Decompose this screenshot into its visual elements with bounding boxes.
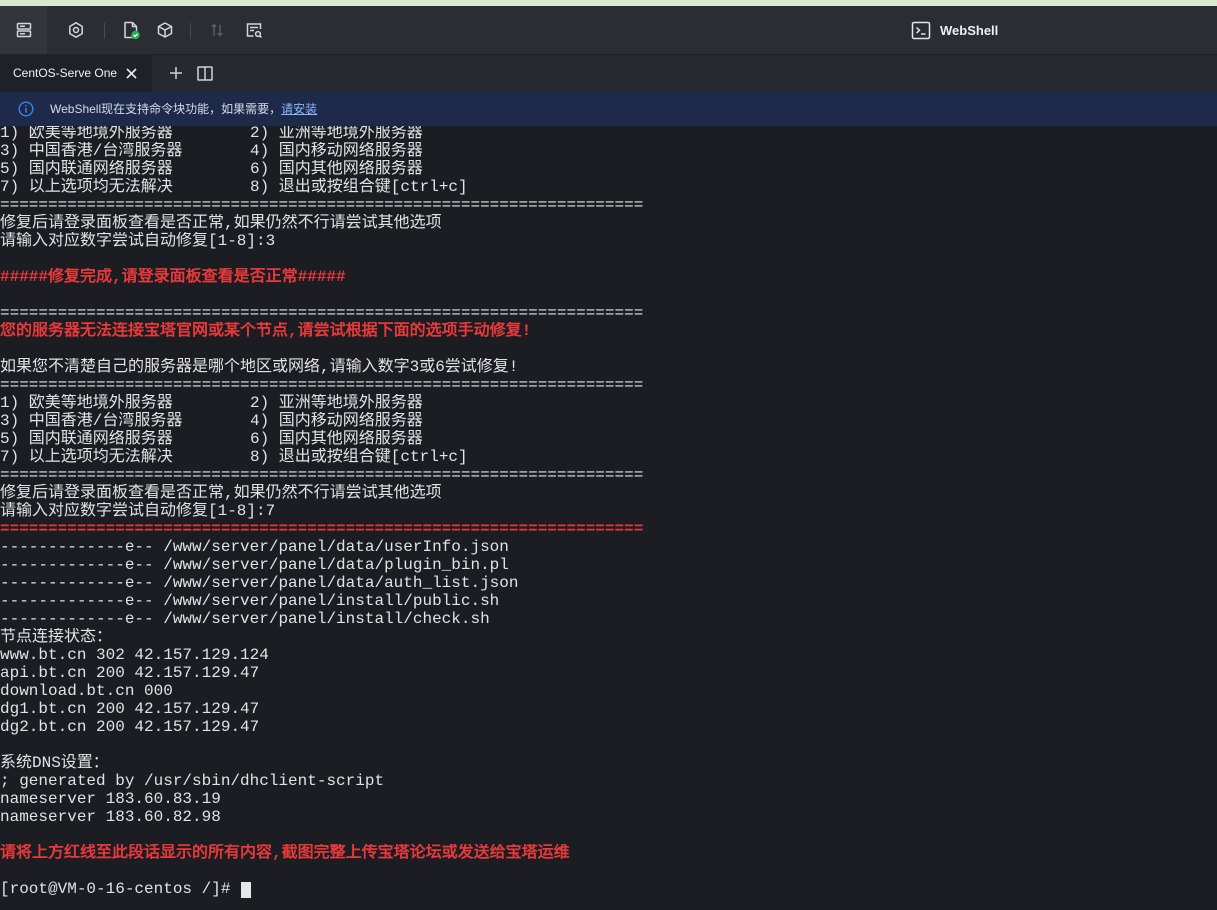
menu-option: 6) 国内其他网络服务器 <box>250 160 423 178</box>
repair-menu-row: 1) 欧美等地境外服务器 2) 亚洲等地境外服务器 <box>0 126 1217 142</box>
toolbar-divider <box>104 23 105 39</box>
dns-line: ; generated by /usr/sbin/dhclient-script <box>0 772 385 790</box>
dns-title: 系统DNS设置： <box>0 754 109 772</box>
menu-option: 1) 欧美等地境外服务器 <box>0 126 173 142</box>
upload-notice: 请将上方红线至此段话显示的所有内容,截图完整上传宝塔论坛或发送给宝塔运维 <box>0 844 570 862</box>
repair-hint: 修复后请登录面板查看是否正常,如果仍然不行请尝试其他选项 <box>0 484 442 502</box>
node-status-line: www.bt.cn 302 42.157.129.124 <box>0 646 269 664</box>
info-icon <box>18 101 34 117</box>
shell-prompt: [root@VM-0-16-centos /]# <box>0 880 241 898</box>
file-attr-line: -------------e-- /www/server/panel/insta… <box>0 610 490 628</box>
repair-done-message: #####修复完成,请登录面板查看是否正常##### <box>0 268 346 286</box>
add-tab-icon[interactable] <box>169 66 183 80</box>
repair-menu-row: 7) 以上选项均无法解决 8) 退出或按组合键[ctrl+c] <box>0 178 1217 196</box>
error-message: 您的服务器无法连接宝塔官网或某个节点,请尝试根据下面的选项手动修复! <box>0 322 532 340</box>
file-attr-line: -------------e-- /www/server/panel/data/… <box>0 574 519 592</box>
red-separator-line: ========================================… <box>0 520 644 538</box>
repair-menu-row: 1) 欧美等地境外服务器 2) 亚洲等地境外服务器 <box>0 394 1217 412</box>
file-check-icon <box>121 20 141 40</box>
node-status-line: api.bt.cn 200 42.157.129.47 <box>0 664 260 682</box>
install-link[interactable]: 请安装 <box>281 102 317 116</box>
server-list-icon <box>15 21 33 39</box>
toolbar-divider <box>190 23 191 39</box>
tab-centos-serve-one[interactable]: CentOS-Serve One <box>0 55 152 92</box>
menu-option: 7) 以上选项均无法解决 <box>0 448 173 466</box>
menu-option: 8) 退出或按组合键[ctrl+c] <box>250 178 468 196</box>
input-line: 请输入对应数字尝试自动修复[1-8]:3 <box>0 232 276 250</box>
terminal-cursor <box>241 882 251 898</box>
menu-option: 4) 国内移动网络服务器 <box>250 142 423 160</box>
list-search-icon <box>245 21 263 39</box>
file-check-button[interactable] <box>114 6 148 54</box>
toolbar: WebShell <box>0 6 1217 55</box>
split-view-icon[interactable] <box>197 66 213 81</box>
repair-menu-row: 7) 以上选项均无法解决 8) 退出或按组合键[ctrl+c] <box>0 448 1217 466</box>
close-icon[interactable] <box>125 67 138 80</box>
sort-button[interactable] <box>200 6 234 54</box>
prompt-line[interactable]: [root@VM-0-16-centos /]# <box>0 880 1217 898</box>
menu-option: 8) 退出或按组合键[ctrl+c] <box>250 448 468 466</box>
repair-menu-row: 3) 中国香港/台湾服务器 4) 国内移动网络服务器 <box>0 412 1217 430</box>
menu-option: 7) 以上选项均无法解决 <box>0 178 173 196</box>
repair-menu-row: 3) 中国香港/台湾服务器 4) 国内移动网络服务器 <box>0 142 1217 160</box>
separator-line: ========================================… <box>0 196 644 214</box>
command-list-button[interactable] <box>237 6 271 54</box>
menu-option: 2) 亚洲等地境外服务器 <box>250 126 423 142</box>
settings-button[interactable] <box>58 6 94 54</box>
terminal-screen[interactable]: 1) 欧美等地境外服务器 2) 亚洲等地境外服务器 3) 中国香港/台湾服务器 4)… <box>0 126 1217 910</box>
menu-option: 3) 中国香港/台湾服务器 <box>0 142 183 160</box>
file-attr-line: -------------e-- /www/server/panel/insta… <box>0 592 500 610</box>
menu-option: 5) 国内联通网络服务器 <box>0 430 173 448</box>
package-button[interactable] <box>148 6 182 54</box>
file-attr-line: -------------e-- /www/server/panel/data/… <box>0 538 509 556</box>
menu-option: 4) 国内移动网络服务器 <box>250 412 423 430</box>
tab-label: CentOS-Serve One <box>13 66 118 80</box>
separator-line: ========================================… <box>0 376 644 394</box>
node-status-title: 节点连接状态： <box>0 628 113 646</box>
server-list-button[interactable] <box>0 6 47 54</box>
sort-icon <box>209 22 225 38</box>
banner-text: WebShell现在支持命令块功能，如果需要， <box>50 102 282 116</box>
node-status-line: download.bt.cn 000 <box>0 682 173 700</box>
menu-option: 1) 欧美等地境外服务器 <box>0 394 173 412</box>
menu-option: 6) 国内其他网络服务器 <box>250 430 423 448</box>
separator-line: ========================================… <box>0 304 644 322</box>
app-title-text: WebShell <box>940 22 999 38</box>
dns-line: nameserver 183.60.83.19 <box>0 790 221 808</box>
separator-line: ========================================… <box>0 466 644 484</box>
terminal-icon <box>911 21 931 40</box>
node-status-line: dg1.bt.cn 200 42.157.129.47 <box>0 700 260 718</box>
app-title: WebShell <box>911 6 998 54</box>
tab-bar: CentOS-Serve One <box>0 55 1217 92</box>
banner-message: WebShell现在支持命令块功能，如果需要，请安装 <box>50 92 317 126</box>
file-attr-line: -------------e-- /www/server/panel/data/… <box>0 556 509 574</box>
dns-line: nameserver 183.60.82.98 <box>0 808 221 826</box>
package-icon <box>156 21 174 39</box>
repair-menu-row: 5) 国内联通网络服务器 6) 国内其他网络服务器 <box>0 160 1217 178</box>
menu-option: 2) 亚洲等地境外服务器 <box>250 394 423 412</box>
menu-option: 3) 中国香港/台湾服务器 <box>0 412 183 430</box>
input-line: 请输入对应数字尝试自动修复[1-8]:7 <box>0 502 276 520</box>
repair-hint: 修复后请登录面板查看是否正常,如果仍然不行请尝试其他选项 <box>0 214 442 232</box>
settings-icon <box>67 21 85 39</box>
menu-option: 5) 国内联通网络服务器 <box>0 160 173 178</box>
info-banner: WebShell现在支持命令块功能，如果需要，请安装 <box>0 92 1217 126</box>
help-message: 如果您不清楚自己的服务器是哪个地区或网络,请输入数字3或6尝试修复! <box>0 358 519 376</box>
node-status-line: dg2.bt.cn 200 42.157.129.47 <box>0 718 260 736</box>
terminal-output: 1) 欧美等地境外服务器 2) 亚洲等地境外服务器 3) 中国香港/台湾服务器 4)… <box>0 126 1217 898</box>
repair-menu-row: 5) 国内联通网络服务器 6) 国内其他网络服务器 <box>0 430 1217 448</box>
